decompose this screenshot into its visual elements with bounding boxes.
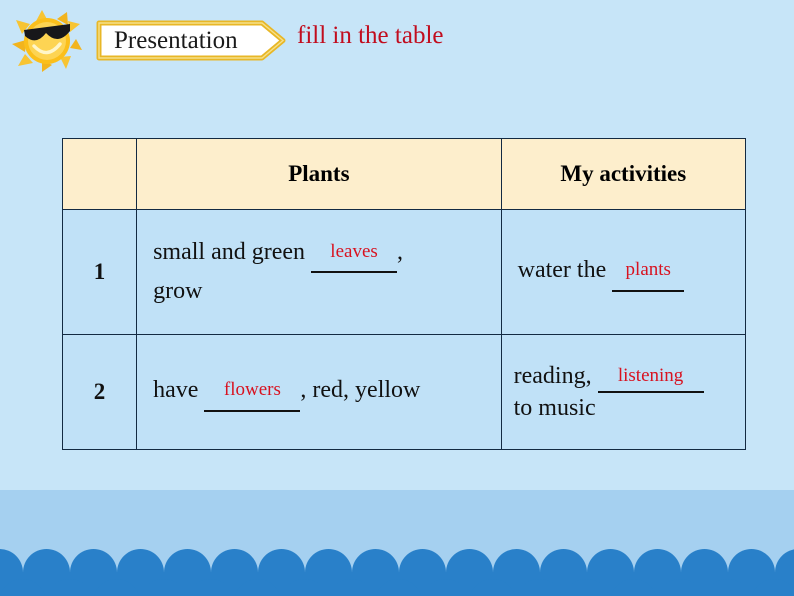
footer-dome — [375, 579, 422, 596]
cell-plants: have flowers , red, yellow — [136, 334, 502, 450]
answer-plants: plants — [625, 259, 671, 281]
answer-flowers: flowers — [223, 379, 281, 401]
plants-text-before: small and green — [153, 238, 306, 265]
footer-dome — [281, 579, 328, 596]
cell-plants: small and green leaves , grow — [136, 209, 502, 335]
column-header-plants: Plants — [136, 138, 502, 210]
footer-dome — [328, 579, 375, 596]
activities-text-before: water the — [517, 257, 607, 284]
row-number: 2 — [61, 334, 138, 450]
slide-canvas: Presentation fill in the table Plants My… — [0, 0, 794, 596]
dome-row-front — [0, 568, 794, 596]
footer-dome — [657, 579, 704, 596]
column-header-index — [61, 138, 138, 210]
answer-listening: listening — [617, 365, 684, 386]
footer-dome — [516, 579, 563, 596]
footer-dome — [563, 579, 610, 596]
blank-plants-row1[interactable]: leaves — [311, 234, 398, 273]
footer-dome — [422, 579, 469, 596]
plants-text-before: have — [153, 377, 199, 404]
cell-activities: water the plants — [500, 209, 747, 335]
footer-dome — [751, 579, 794, 596]
sun-with-sunglasses-icon — [12, 10, 98, 72]
footer-dome — [469, 579, 516, 596]
footer-dome — [187, 579, 234, 596]
table-row: 1 small and green leaves , grow water th… — [61, 209, 747, 335]
table-row: 2 have flowers , red, yellow reading, li… — [61, 334, 747, 450]
footer-dome — [93, 579, 140, 596]
activities-text-line2: to music — [513, 395, 596, 421]
footer-dome — [234, 579, 281, 596]
plants-text-line2: grow — [153, 278, 203, 304]
banner-arrow-plate: Presentation — [96, 20, 286, 61]
footer-dome — [704, 579, 751, 596]
cell-activities: reading, listening to music — [500, 334, 747, 450]
blank-plants-row2[interactable]: flowers — [204, 372, 301, 412]
plants-text-after: , — [397, 238, 404, 265]
footer-dome — [0, 579, 46, 596]
banner-label: Presentation — [114, 27, 238, 54]
activities-text-before: reading, — [513, 363, 592, 389]
blank-activities-row2[interactable]: listening — [597, 361, 704, 393]
plants-activities-table: Plants My activities 1 small and green l… — [61, 138, 747, 450]
plants-text-after: , red, yellow — [300, 377, 421, 404]
footer-dome — [46, 579, 93, 596]
column-header-activities: My activities — [500, 138, 747, 210]
slide-subtitle: fill in the table — [297, 22, 444, 49]
footer-decoration — [0, 490, 794, 596]
row-number: 1 — [61, 209, 138, 335]
table-header-row: Plants My activities — [61, 138, 747, 210]
blank-activities-row1[interactable]: plants — [612, 252, 685, 292]
answer-leaves: leaves — [330, 240, 378, 262]
footer-dome — [610, 579, 657, 596]
footer-dome — [140, 579, 187, 596]
